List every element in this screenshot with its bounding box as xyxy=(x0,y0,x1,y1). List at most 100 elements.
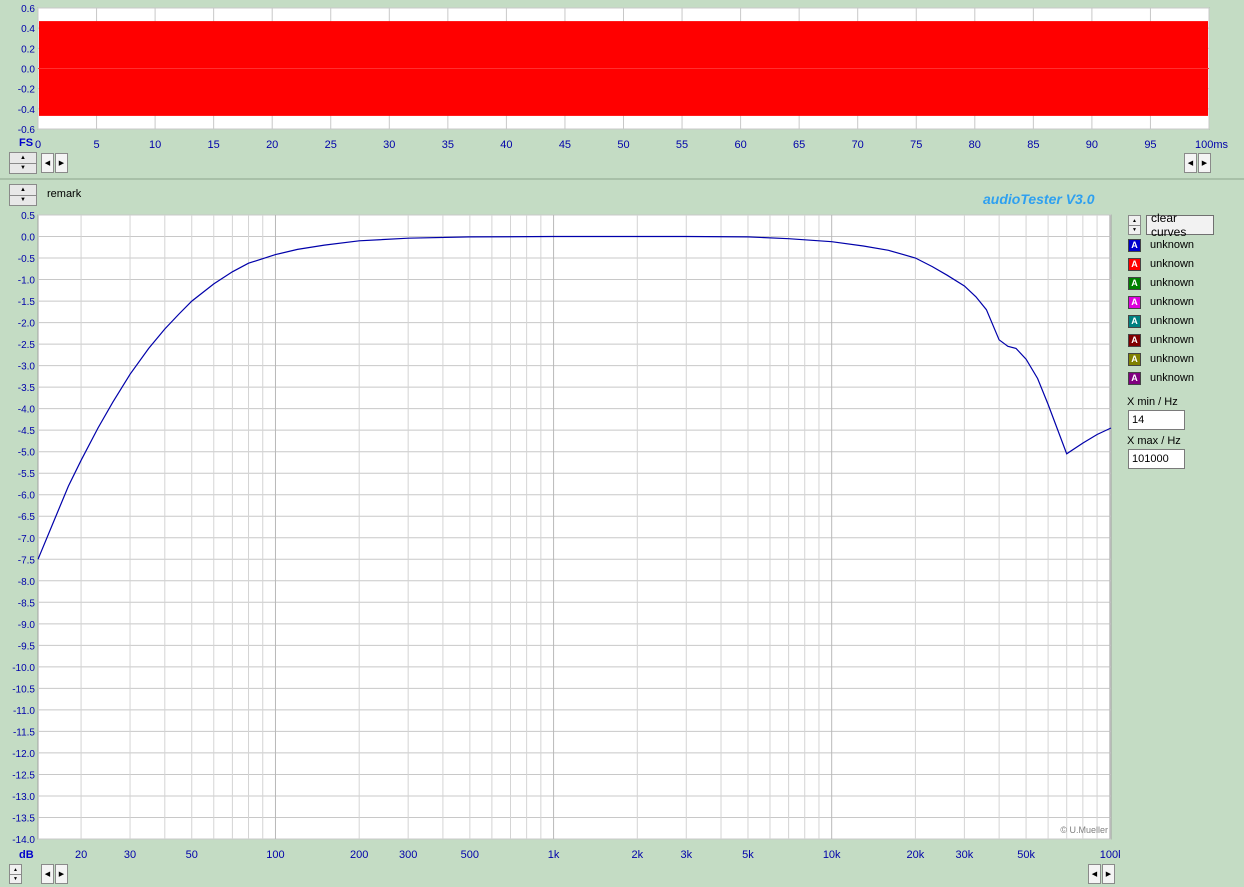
waveform-y-tick-label: 0.6 xyxy=(21,4,35,15)
waveform-x-tick-label: 10 xyxy=(149,139,161,151)
frequency-x-tick-label: 20 xyxy=(75,849,87,861)
legend-item[interactable]: Aunknown xyxy=(1128,237,1194,253)
spin-down-icon[interactable]: ▼ xyxy=(10,195,36,205)
waveform-x-tick-label: 45 xyxy=(559,139,571,151)
frequency-y-tick-label: -7.5 xyxy=(18,555,36,566)
frequency-x-tick-label: 30 xyxy=(124,849,136,861)
frequency-y-tick-label: -5.0 xyxy=(18,448,36,459)
waveform-zoom-left-button[interactable]: ◀ xyxy=(1184,153,1197,173)
waveform-x-tick-label: 60 xyxy=(734,139,746,151)
frequency-y-tick-label: 0.5 xyxy=(21,211,35,222)
frequency-scroll-left-button[interactable]: ◀ xyxy=(41,864,54,884)
frequency-y-tick-label: -6.5 xyxy=(18,512,36,523)
frequency-y-tick-label: -9.5 xyxy=(18,641,36,652)
legend-label: unknown xyxy=(1150,296,1195,308)
frequency-y-tick-label: -3.5 xyxy=(18,383,36,394)
frequency-x-tick-label: 100kHz xyxy=(1100,849,1120,861)
waveform-y-tick-label: 0.2 xyxy=(21,44,35,55)
waveform-x-tick-label: 30 xyxy=(383,139,395,151)
legend-item[interactable]: Aunknown xyxy=(1128,256,1194,272)
frequency-y-tick-label: -11.5 xyxy=(13,727,35,738)
waveform-x-tick-label: 85 xyxy=(1027,139,1039,151)
waveform-zoom-right-button[interactable]: ▶ xyxy=(1198,153,1211,173)
legend-item[interactable]: Aunknown xyxy=(1128,351,1194,367)
curve-color-icon[interactable]: A xyxy=(1128,257,1141,271)
frequency-response-chart: 0.5 0.0 -0.5 -1.0 -1.5 -2.0 -2.5 -3.0 -3.5 -4.0 -4… xyxy=(12,211,1120,861)
frequency-y-tick-label: -13.5 xyxy=(12,813,35,824)
frequency-x-tick-label: 50k xyxy=(1017,849,1035,861)
frequency-y-unit-label: dB xyxy=(19,849,34,861)
frequency-y-scale-spinner[interactable]: ▲ ▼ xyxy=(9,184,37,206)
frequency-x-tick-label: 2k xyxy=(631,849,643,861)
waveform-x-tick-label: 55 xyxy=(676,139,688,151)
waveform-x-tick-label: 20 xyxy=(266,139,278,151)
legend-label: unknown xyxy=(1150,315,1195,327)
legend-label: unknown xyxy=(1150,239,1195,251)
frequency-y-tick-label: -8.0 xyxy=(18,577,36,588)
legend-item[interactable]: Aunknown xyxy=(1128,370,1194,386)
frequency-x-tick-label: 200 xyxy=(350,849,368,861)
legend-label: unknown xyxy=(1150,353,1195,365)
frequency-y-tick-label: -3.0 xyxy=(18,362,36,373)
frequency-x-tick-label: 30k xyxy=(956,849,974,861)
waveform-y-scale-spinner[interactable]: ▲ ▼ xyxy=(9,152,37,174)
spin-down-icon[interactable]: ▼ xyxy=(1129,225,1140,234)
waveform-x-tick-label: 50 xyxy=(617,139,629,151)
frequency-y-tick-label: -10.0 xyxy=(12,663,35,674)
waveform-x-tick-label: 35 xyxy=(442,139,454,151)
curve-color-icon[interactable]: A xyxy=(1128,371,1141,385)
frequency-y-tick-label: -11.0 xyxy=(13,706,35,717)
frequency-x-tick-label: 100 xyxy=(266,849,284,861)
spin-down-icon[interactable]: ▼ xyxy=(10,163,36,173)
curve-color-icon[interactable]: A xyxy=(1128,314,1141,328)
curve-color-icon[interactable]: A xyxy=(1128,276,1141,290)
x-max-input[interactable]: 101000 xyxy=(1128,449,1185,469)
frequency-zoom-left-button[interactable]: ◀ xyxy=(1088,864,1101,884)
spin-down-icon[interactable]: ▼ xyxy=(10,874,21,883)
legend-item[interactable]: Aunknown xyxy=(1128,275,1194,291)
frequency-y-tick-label: -10.5 xyxy=(12,684,35,695)
waveform-x-tick-label: 95 xyxy=(1144,139,1156,151)
waveform-x-tick-label: 40 xyxy=(500,139,512,151)
curve-select-spinner[interactable]: ▲ ▼ xyxy=(1128,215,1141,235)
frequency-x-tick-label: 1k xyxy=(548,849,560,861)
copyright-text: © U.Mueller xyxy=(1060,825,1108,835)
frequency-y-tick-label: -12.0 xyxy=(12,749,35,760)
frequency-y-tick-label: -1.0 xyxy=(18,276,36,287)
legend-label: unknown xyxy=(1150,277,1195,289)
legend-item[interactable]: Aunknown xyxy=(1128,294,1194,310)
frequency-y-tick-label: -12.5 xyxy=(12,770,35,781)
clear-curves-button[interactable]: clear curves xyxy=(1146,211,1214,239)
frequency-y-tick-label: -13.0 xyxy=(12,792,35,803)
frequency-x-tick-label: 10k xyxy=(823,849,841,861)
waveform-scroll-right-button[interactable]: ▶ xyxy=(55,153,68,173)
curve-color-icon[interactable]: A xyxy=(1128,333,1141,347)
frequency-y-tick-label: -2.5 xyxy=(18,340,36,351)
waveform-x-tick-label: 100ms xyxy=(1195,139,1229,151)
legend-label: unknown xyxy=(1150,334,1195,346)
waveform-y-tick-label: -0.4 xyxy=(18,105,36,116)
x-min-input[interactable]: 14 xyxy=(1128,410,1185,430)
waveform-x-tick-label: 75 xyxy=(910,139,922,151)
legend-item[interactable]: Aunknown xyxy=(1128,332,1194,348)
frequency-x-tick-label: 5k xyxy=(742,849,754,861)
frequency-y-tick-label: -2.0 xyxy=(18,319,36,330)
frequency-y-tick-label: -1.5 xyxy=(18,297,36,308)
frequency-x-tick-label: 300 xyxy=(399,849,417,861)
curve-color-icon[interactable]: A xyxy=(1128,352,1141,366)
curve-color-icon[interactable]: A xyxy=(1128,295,1141,309)
waveform-scroll-left-button[interactable]: ◀ xyxy=(41,153,54,173)
waveform-x-tick-label: 90 xyxy=(1086,139,1098,151)
frequency-x-scale-spinner[interactable]: ▲ ▼ xyxy=(9,864,22,884)
waveform-x-tick-label: 70 xyxy=(852,139,864,151)
curve-color-icon[interactable]: A xyxy=(1128,238,1141,252)
section-divider xyxy=(0,178,1244,180)
x-min-label: X min / Hz xyxy=(1127,396,1178,408)
frequency-y-tick-label: -4.0 xyxy=(18,405,36,416)
legend-item[interactable]: Aunknown xyxy=(1128,313,1194,329)
frequency-y-tick-label: -14.0 xyxy=(12,835,35,846)
frequency-x-tick-label: 500 xyxy=(461,849,479,861)
frequency-scroll-right-button[interactable]: ▶ xyxy=(55,864,68,884)
frequency-zoom-right-button[interactable]: ▶ xyxy=(1102,864,1115,884)
frequency-plot-area xyxy=(37,214,1112,840)
